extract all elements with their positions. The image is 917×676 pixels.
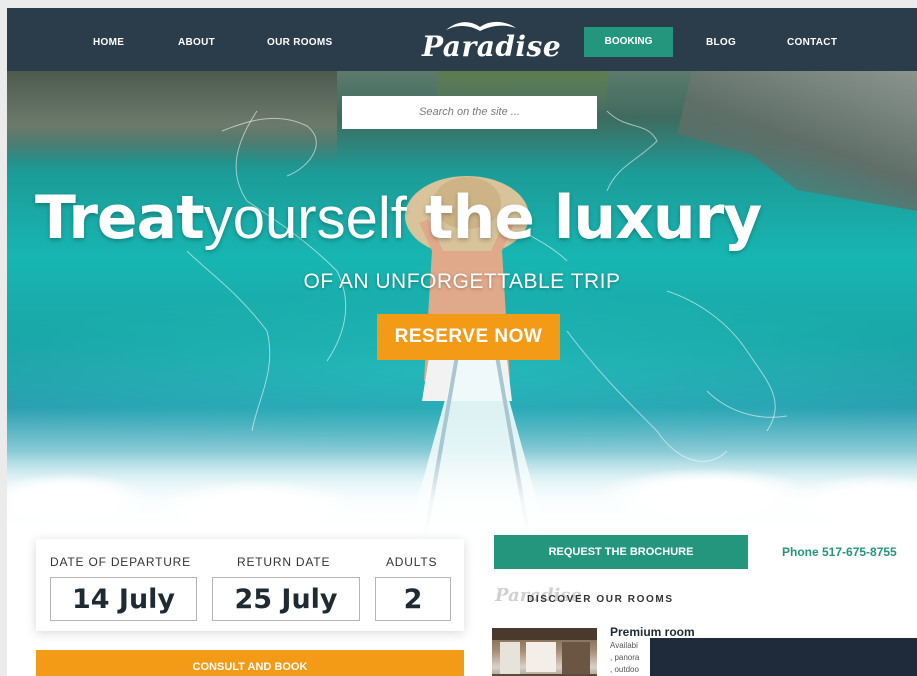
adults-label: ADULTS	[386, 555, 438, 569]
nav-blog[interactable]: BLOG	[706, 8, 736, 71]
headline-part-yourself: yourself	[203, 186, 407, 251]
hero-banner: Search on the site ... Treatyourself the …	[7, 71, 917, 538]
headline-part-treat: Treat	[35, 183, 205, 253]
booking-form: DATE OF DEPARTURE 14 July RETURN DATE 25…	[36, 539, 464, 631]
nav-about[interactable]: ABOUT	[178, 8, 215, 71]
site-logo[interactable]: Paradise	[420, 18, 561, 66]
return-label: RETURN DATE	[237, 555, 331, 569]
headline-part-luxury: the luxury	[424, 183, 762, 253]
hero-headline: Treatyourself the luxury	[35, 183, 915, 263]
adults-field[interactable]: 2	[375, 577, 451, 621]
nav-home[interactable]: HOME	[93, 8, 124, 71]
room-image	[492, 628, 597, 676]
departure-label: DATE OF DEPARTURE	[50, 555, 191, 569]
hero-subheadline: OF AN UNFORGETTABLE TRIP	[303, 270, 621, 293]
room-detail-line: , panora	[610, 653, 640, 662]
logo-text: Paradise	[422, 30, 562, 63]
nav-our-rooms[interactable]: OUR ROOMS	[267, 8, 332, 71]
dark-overlay-panel	[650, 638, 917, 676]
nav-contact[interactable]: CONTACT	[787, 8, 837, 71]
wave-foam	[7, 451, 917, 538]
room-title[interactable]: Premium room	[610, 625, 695, 639]
top-nav: HOME ABOUT OUR ROOMS Paradise BOOKING BL…	[7, 8, 917, 71]
departure-date-field[interactable]: 14 July	[50, 577, 197, 621]
nav-booking[interactable]: BOOKING	[584, 27, 673, 57]
request-brochure-button[interactable]: REQUEST THE BROCHURE	[494, 535, 748, 569]
search-input[interactable]: Search on the site ...	[342, 96, 597, 129]
phone-link[interactable]: Phone 517-675-8755	[782, 545, 897, 559]
discover-rooms-heading: DISCOVER OUR ROOMS	[527, 594, 674, 605]
room-detail-line: Availabi	[610, 641, 638, 650]
consult-and-book-button[interactable]: CONSULT AND BOOK	[36, 650, 464, 676]
page: HOME ABOUT OUR ROOMS Paradise BOOKING BL…	[7, 8, 917, 676]
reserve-now-button[interactable]: RESERVE NOW	[377, 314, 560, 360]
room-thumbnail[interactable]	[492, 628, 597, 676]
return-date-field[interactable]: 25 July	[212, 577, 360, 621]
room-detail-line: , outdoo	[610, 665, 639, 674]
